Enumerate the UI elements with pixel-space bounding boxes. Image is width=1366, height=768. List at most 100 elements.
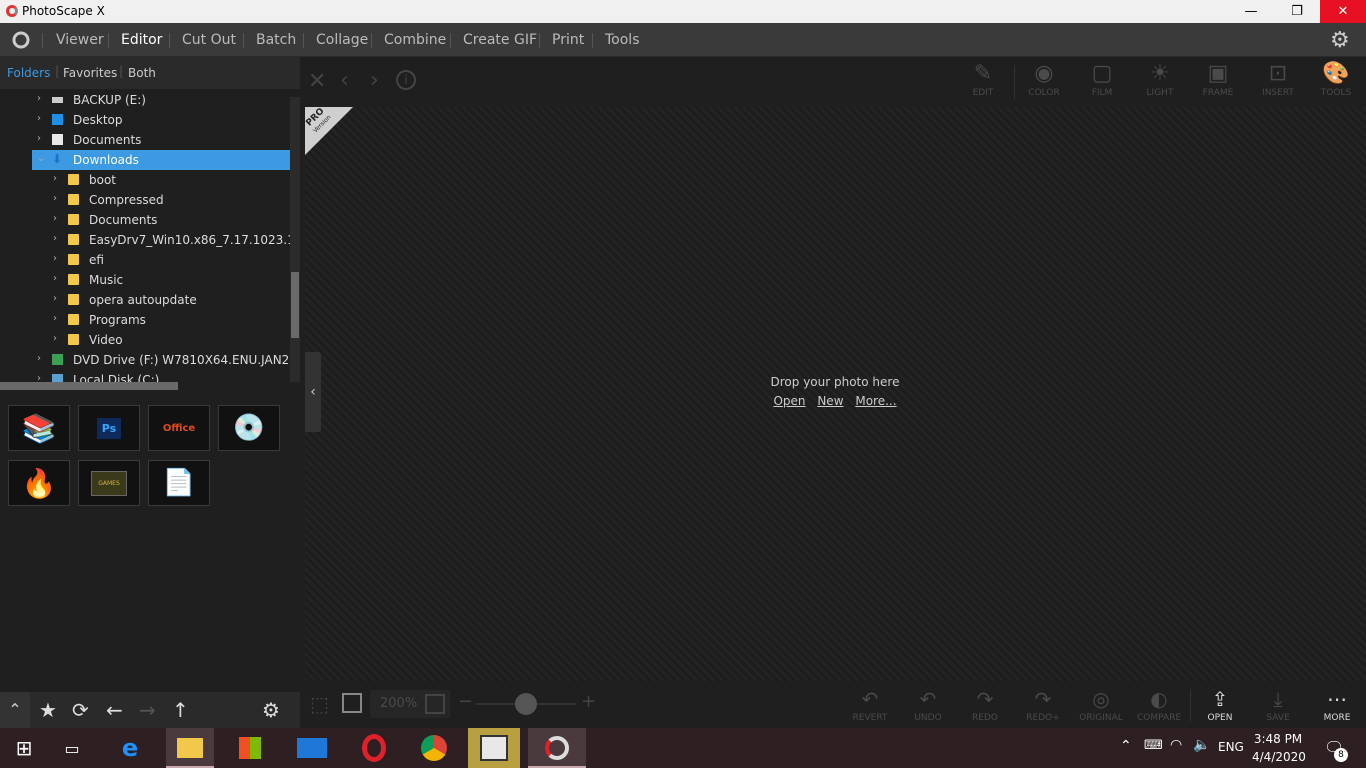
original-button[interactable]: ◎ ORIGINAL [1073,681,1129,728]
revert-button[interactable]: ↶ REVERT [842,681,898,728]
tree-item[interactable]: › Programs [0,310,290,330]
zoom-out-icon[interactable]: − [458,691,473,712]
more-link[interactable]: More... [855,394,896,408]
wifi-icon[interactable]: ◠ [1170,737,1182,753]
store-taskbar-button[interactable] [226,728,274,768]
tool-frame[interactable]: ▣ FRAME [1191,57,1245,105]
collapse-panel-button[interactable]: ‹ [305,352,321,432]
tree-item[interactable]: › DVD Drive (F:) W7810X64.ENU.JAN202 [0,350,290,370]
maximize-button[interactable]: ❐ [1274,0,1320,23]
gear-icon[interactable]: ⚙ [262,698,280,722]
tool-color[interactable]: ◉ COLOR [1017,57,1071,105]
tool-tools[interactable]: 🎨 TOOLS [1309,57,1363,105]
tree-item[interactable]: › Documents [0,130,290,150]
tab-folders[interactable]: Folders [7,66,50,80]
language-indicator[interactable]: ENG [1218,740,1244,754]
forward-arrow-icon[interactable]: → [139,698,156,722]
edge-taskbar-button[interactable]: e [106,728,154,768]
volume-icon[interactable]: 🔈 [1193,737,1210,753]
tree-item[interactable]: › Compressed [0,190,290,210]
favorite-fire[interactable]: 🔥 [8,460,70,506]
settings-gear-icon[interactable]: ⚙ [1330,28,1350,53]
tree-item[interactable]: › Documents [0,210,290,230]
tool-film[interactable]: ▢ FILM [1075,57,1129,105]
zoom-slider-knob[interactable] [515,693,537,715]
media-player-taskbar-button[interactable] [468,728,520,768]
tab-editor[interactable]: Editor [121,23,162,57]
left-panel-footer: ⌃ ★ ⟳ ← → ↑ ⚙ [0,692,300,728]
tree-item[interactable]: › EasyDrv7_Win10.x86_7.17.1023.1_E [0,230,290,250]
star-icon[interactable]: ★ [39,698,57,722]
tree-item[interactable]: › BACKUP (E:) [0,90,290,110]
tab-viewer[interactable]: Viewer [56,23,104,57]
up-arrow-icon[interactable]: ↑ [172,698,189,722]
tab-combine[interactable]: Combine [384,23,446,57]
tree-item[interactable]: › Video [0,330,290,350]
tool-light[interactable]: ☀ LIGHT [1133,57,1187,105]
more-button[interactable]: ⋯ MORE [1309,681,1365,728]
tree-scroll-thumb[interactable] [291,272,299,338]
select-area-icon[interactable]: ⬚ [310,692,329,716]
favorite-games[interactable]: GAMES [78,460,140,506]
new-link[interactable]: New [817,394,843,408]
favorite-document[interactable]: 📄 [148,460,210,506]
chrome-taskbar-button[interactable] [410,728,458,768]
tab-print[interactable]: Print [552,23,584,57]
tree-item[interactable]: › Local Disk (C:) [0,370,290,382]
compare-button[interactable]: ◐ COMPARE [1131,681,1187,728]
start-button[interactable]: ⊞ [0,728,48,768]
chevron-up-icon[interactable]: ⌃ [0,692,30,728]
file-explorer-taskbar-button[interactable] [166,728,214,768]
redo-button[interactable]: ↷ REDO [957,681,1013,728]
tool-insert[interactable]: ⊡ INSERT [1251,57,1305,105]
favorite-software[interactable]: 💿 [218,405,280,451]
favorite-office[interactable]: Office [148,405,210,451]
folder-tree[interactable]: › BACKUP (E:) › Desktop › Documents ⌄ ⬇ … [0,90,290,382]
tab-collage[interactable]: Collage [316,23,368,57]
zoom-field[interactable]: 200% [370,690,450,718]
home-icon[interactable] [10,30,32,50]
task-view-button[interactable]: ▭ [48,728,96,768]
photoscape-taskbar-button[interactable] [528,728,586,768]
tab-tools[interactable]: Tools [605,23,640,57]
close-button[interactable]: ✕ [1320,0,1366,23]
taskbar-clock[interactable]: 3:48 PM 4/4/2020 [1252,730,1306,766]
tree-item-selected[interactable]: ⌄ ⬇ Downloads [32,150,290,170]
tree-item[interactable]: › efi [0,250,290,270]
tab-batch[interactable]: Batch [256,23,296,57]
previous-icon[interactable]: ‹ [340,68,349,93]
undo-button[interactable]: ↶ UNDO [900,681,956,728]
next-icon[interactable]: › [370,68,379,93]
favorite-books[interactable]: 📚 [8,405,70,451]
tab-both[interactable]: Both [128,66,156,80]
tab-favorites[interactable]: Favorites [63,66,117,80]
tree-item[interactable]: › boot [0,170,290,190]
opera-taskbar-button[interactable] [350,728,398,768]
split-view-icon[interactable] [342,693,362,713]
info-icon[interactable]: i [396,70,416,90]
main-menu-bar: Viewer Editor Cut Out Batch Collage Comb… [0,23,1366,57]
minimize-button[interactable]: — [1228,0,1274,23]
tree-item[interactable]: › Desktop [0,110,290,130]
tree-item[interactable]: › Music [0,270,290,290]
tool-edit[interactable]: ✎ EDIT [956,57,1010,105]
refresh-icon[interactable]: ⟳ [72,698,89,722]
favorite-photoshop[interactable]: Ps [78,405,140,451]
folder-icon [68,334,79,345]
close-photo-icon[interactable]: ✕ [308,69,326,94]
keyboard-tray-icon[interactable]: ⌨ [1144,738,1163,753]
open-button[interactable]: ⇪ OPEN [1192,681,1248,728]
tree-item[interactable]: › opera autoupdate [0,290,290,310]
chrome-icon [421,735,447,761]
zoom-in-icon[interactable]: + [581,691,596,712]
tray-chevron-icon[interactable]: ⌃ [1120,738,1132,754]
mail-taskbar-button[interactable] [288,728,336,768]
tab-cut-out[interactable]: Cut Out [182,23,236,57]
back-arrow-icon[interactable]: ← [106,698,123,722]
save-button[interactable]: ⤓ SAVE [1250,681,1306,728]
open-link[interactable]: Open [773,394,805,408]
redo-plus-button[interactable]: ↷ REDO+ [1015,681,1071,728]
tree-vertical-scrollbar[interactable] [290,97,300,382]
tab-create-gif[interactable]: Create GIF [463,23,537,57]
tree-horizontal-scrollbar[interactable] [0,382,178,390]
